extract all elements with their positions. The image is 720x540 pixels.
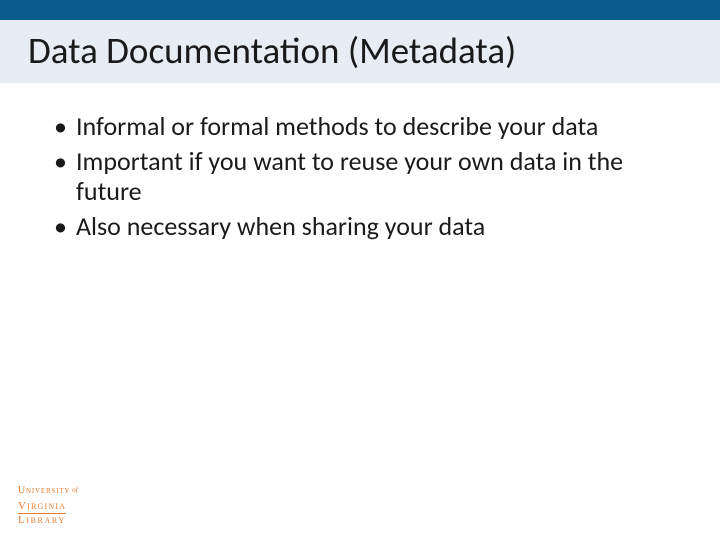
- title-band: Data Documentation (Metadata): [0, 20, 720, 83]
- logo-line-of: of: [72, 486, 77, 494]
- top-accent-bar: [0, 0, 720, 20]
- bullet-item: Also necessary when sharing your data: [50, 211, 670, 242]
- logo-line-virginia: Virginia: [18, 501, 66, 514]
- slide-content: Informal or formal methods to describe y…: [0, 83, 720, 242]
- logo-line-university: University: [18, 485, 70, 496]
- slide-title: Data Documentation (Metadata): [28, 28, 692, 73]
- bullet-item: Important if you want to reuse your own …: [50, 146, 670, 207]
- logo-line-library: Library: [18, 515, 78, 526]
- bullet-item: Informal or formal methods to describe y…: [50, 111, 670, 142]
- uva-library-logo: Universityof Virginia Library: [18, 481, 78, 526]
- bullet-list: Informal or formal methods to describe y…: [50, 111, 670, 242]
